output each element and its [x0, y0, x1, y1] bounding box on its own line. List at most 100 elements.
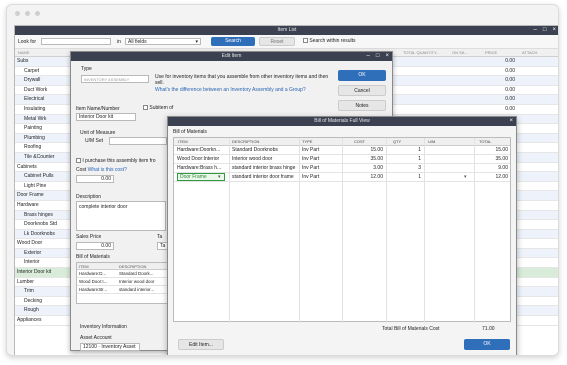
minimize-icon[interactable]: – [534, 26, 537, 35]
col-name[interactable]: NAME [18, 49, 30, 57]
sales-price-label: Sales Price [76, 234, 102, 240]
tax-label: Ta [157, 234, 163, 240]
bom-cell-description: Interior wood door [232, 156, 273, 162]
subitem-checkbox[interactable]: Subitem of [143, 105, 173, 111]
search-within-checkbox[interactable]: Search within results [303, 38, 356, 44]
look-for-input[interactable] [41, 38, 111, 45]
item-name: Electrical [24, 96, 45, 103]
bom-col-item: ITEM [178, 139, 188, 144]
type-select[interactable]: INVENTORY ASSEMBLY [81, 75, 149, 83]
item-list-title-bar: Item List – □ × [15, 26, 558, 35]
cost-input[interactable]: 0.00 [76, 175, 114, 183]
bom-row[interactable]: Wood Door:Interior Interior wood door Inv … [174, 155, 510, 164]
item-price: 0.00 [505, 86, 515, 93]
search-bar: Look for in All fields ▾ Search Reset Sea… [15, 35, 558, 49]
item-name-input[interactable]: Interior Door kit [76, 113, 136, 121]
col-total-quantity[interactable]: TOTAL QUANTITY... [403, 49, 440, 57]
description-input[interactable]: complete interior door [76, 201, 166, 231]
item-name: Plumbing [24, 134, 45, 141]
uom-set-select[interactable] [109, 137, 167, 145]
asset-account-select[interactable]: 12100 · Inventory Asset [80, 343, 140, 351]
reset-button[interactable]: Reset [259, 37, 295, 46]
item-list-title: Item List [277, 27, 297, 33]
bom-mini-row[interactable]: Wood Door:I... Interior wood door [77, 278, 167, 286]
bom-cell-cost: 12.00 [370, 174, 383, 180]
bom-cell-total: 12.00 [495, 174, 508, 180]
item-name: Wood Door [17, 240, 43, 247]
bom-full-view-title: Bill of Materials Full View [314, 118, 370, 124]
search-field-select[interactable]: All fields ▾ [125, 38, 201, 45]
bom-cell-description: standard interior door frame [232, 174, 294, 180]
in-label: in [117, 39, 121, 45]
cancel-button[interactable]: Cancel [338, 85, 386, 96]
item-name: Cabinet Pulls [24, 173, 54, 180]
col-price[interactable]: PRICE [485, 49, 497, 57]
uom-label: Unit of Measure [80, 130, 116, 136]
item-name: Cabinets [17, 163, 37, 170]
bom-cell-item: Hardware:Doorkn... [177, 147, 221, 153]
item-name: Lk Doorknobs [24, 230, 55, 237]
close-icon[interactable]: × [509, 117, 513, 126]
chevron-down-icon[interactable]: ▾ [464, 173, 467, 182]
window-dots [15, 11, 40, 16]
item-name: Interior Door kit [17, 269, 52, 276]
bom-mini-table: ITEM DESCRIPTION Hardware:D... Standard D… [76, 262, 168, 304]
item-name: Drywall [24, 77, 41, 84]
bom-row[interactable]: Door Frame standard interior door frame In… [174, 173, 510, 182]
what-is-cost-link[interactable]: What is this cost? [88, 167, 127, 173]
bom-cell-total: 35.00 [495, 156, 508, 162]
bom-col-description: DESCRIPTION [232, 139, 260, 144]
chevron-down-icon: ▾ [195, 39, 198, 45]
close-icon[interactable]: × [385, 52, 389, 61]
item-name: Hardware [17, 201, 39, 208]
minimize-icon[interactable]: – [367, 52, 370, 61]
bom-cell-qty: 1 [418, 174, 421, 180]
item-name: Roofing [24, 144, 42, 151]
bom-cell-cost: 3.00 [373, 165, 383, 171]
col-attach[interactable]: ATTACH [522, 49, 537, 57]
bom-mini-description: Standard Doork... [119, 271, 154, 276]
maximize-icon[interactable]: □ [543, 26, 547, 35]
item-price: 0.00 [505, 105, 515, 112]
asset-account-label: Asset Account [80, 335, 112, 341]
bom-grid: ITEM DESCRIPTION TYPE COST QTY U/M TOTAL… [173, 137, 511, 323]
bom-mini-col-item: ITEM [79, 264, 89, 269]
item-name: Trim [24, 288, 34, 295]
item-name: Interior [24, 259, 40, 266]
bom-mini-row[interactable]: Hardware:Br... standard interior... [77, 286, 167, 294]
notes-button[interactable]: Notes [338, 100, 386, 111]
edit-item-title-bar: Edit Item – □ × [71, 52, 392, 61]
ok-button[interactable]: OK [338, 70, 386, 81]
edit-item-title: Edit Item [221, 53, 242, 59]
close-icon[interactable]: × [552, 26, 556, 35]
item-name: Rough [24, 307, 39, 314]
bom-cell-type: Inv Part [302, 156, 320, 162]
bom-mini-row[interactable]: Hardware:D... Standard Doork... [77, 270, 167, 278]
maximize-icon[interactable]: □ [376, 52, 380, 61]
item-name-label: Item Name/Number [76, 106, 120, 112]
bom-cell-item: Hardware:Brass h... [177, 165, 222, 171]
bom-col-um: U/M [428, 139, 436, 144]
search-button[interactable]: Search [211, 37, 255, 46]
bom-ok-button[interactable]: OK [464, 339, 510, 350]
inventory-info-label: Inventory Information [80, 324, 127, 330]
edit-item-button[interactable]: Edit Item... [178, 339, 224, 350]
uom-set-label: U/M Set [85, 138, 104, 144]
bom-cell-description: standard interior brass hinge [232, 165, 296, 171]
bom-cell-cost: 35.00 [370, 156, 383, 162]
bom-row[interactable]: Hardware:Doorkn... Standard Doorknobs Inv … [174, 146, 510, 155]
bom-mini-item: Hardware:Br... [79, 287, 108, 292]
bom-cell-type: Inv Part [302, 165, 320, 171]
sales-price-input[interactable]: 0.00 [76, 242, 114, 250]
description-label: Description [76, 194, 102, 200]
type-difference-link[interactable]: What's the difference between an Invento… [155, 87, 306, 93]
purchase-checkbox[interactable]: I purchase this assembly item fro [76, 158, 155, 164]
item-price: 0.00 [505, 58, 515, 64]
item-price: 0.00 [505, 77, 515, 84]
bom-cell-qty: 3 [418, 165, 421, 171]
bom-cell-qty: 1 [418, 147, 421, 153]
col-on-sales[interactable]: ON SA... [452, 49, 468, 57]
chevron-down-icon[interactable]: ▾ [218, 173, 221, 182]
bom-row[interactable]: Hardware:Brass h... standard interior bra… [174, 164, 510, 173]
bom-col-total: TOTAL [479, 139, 492, 144]
